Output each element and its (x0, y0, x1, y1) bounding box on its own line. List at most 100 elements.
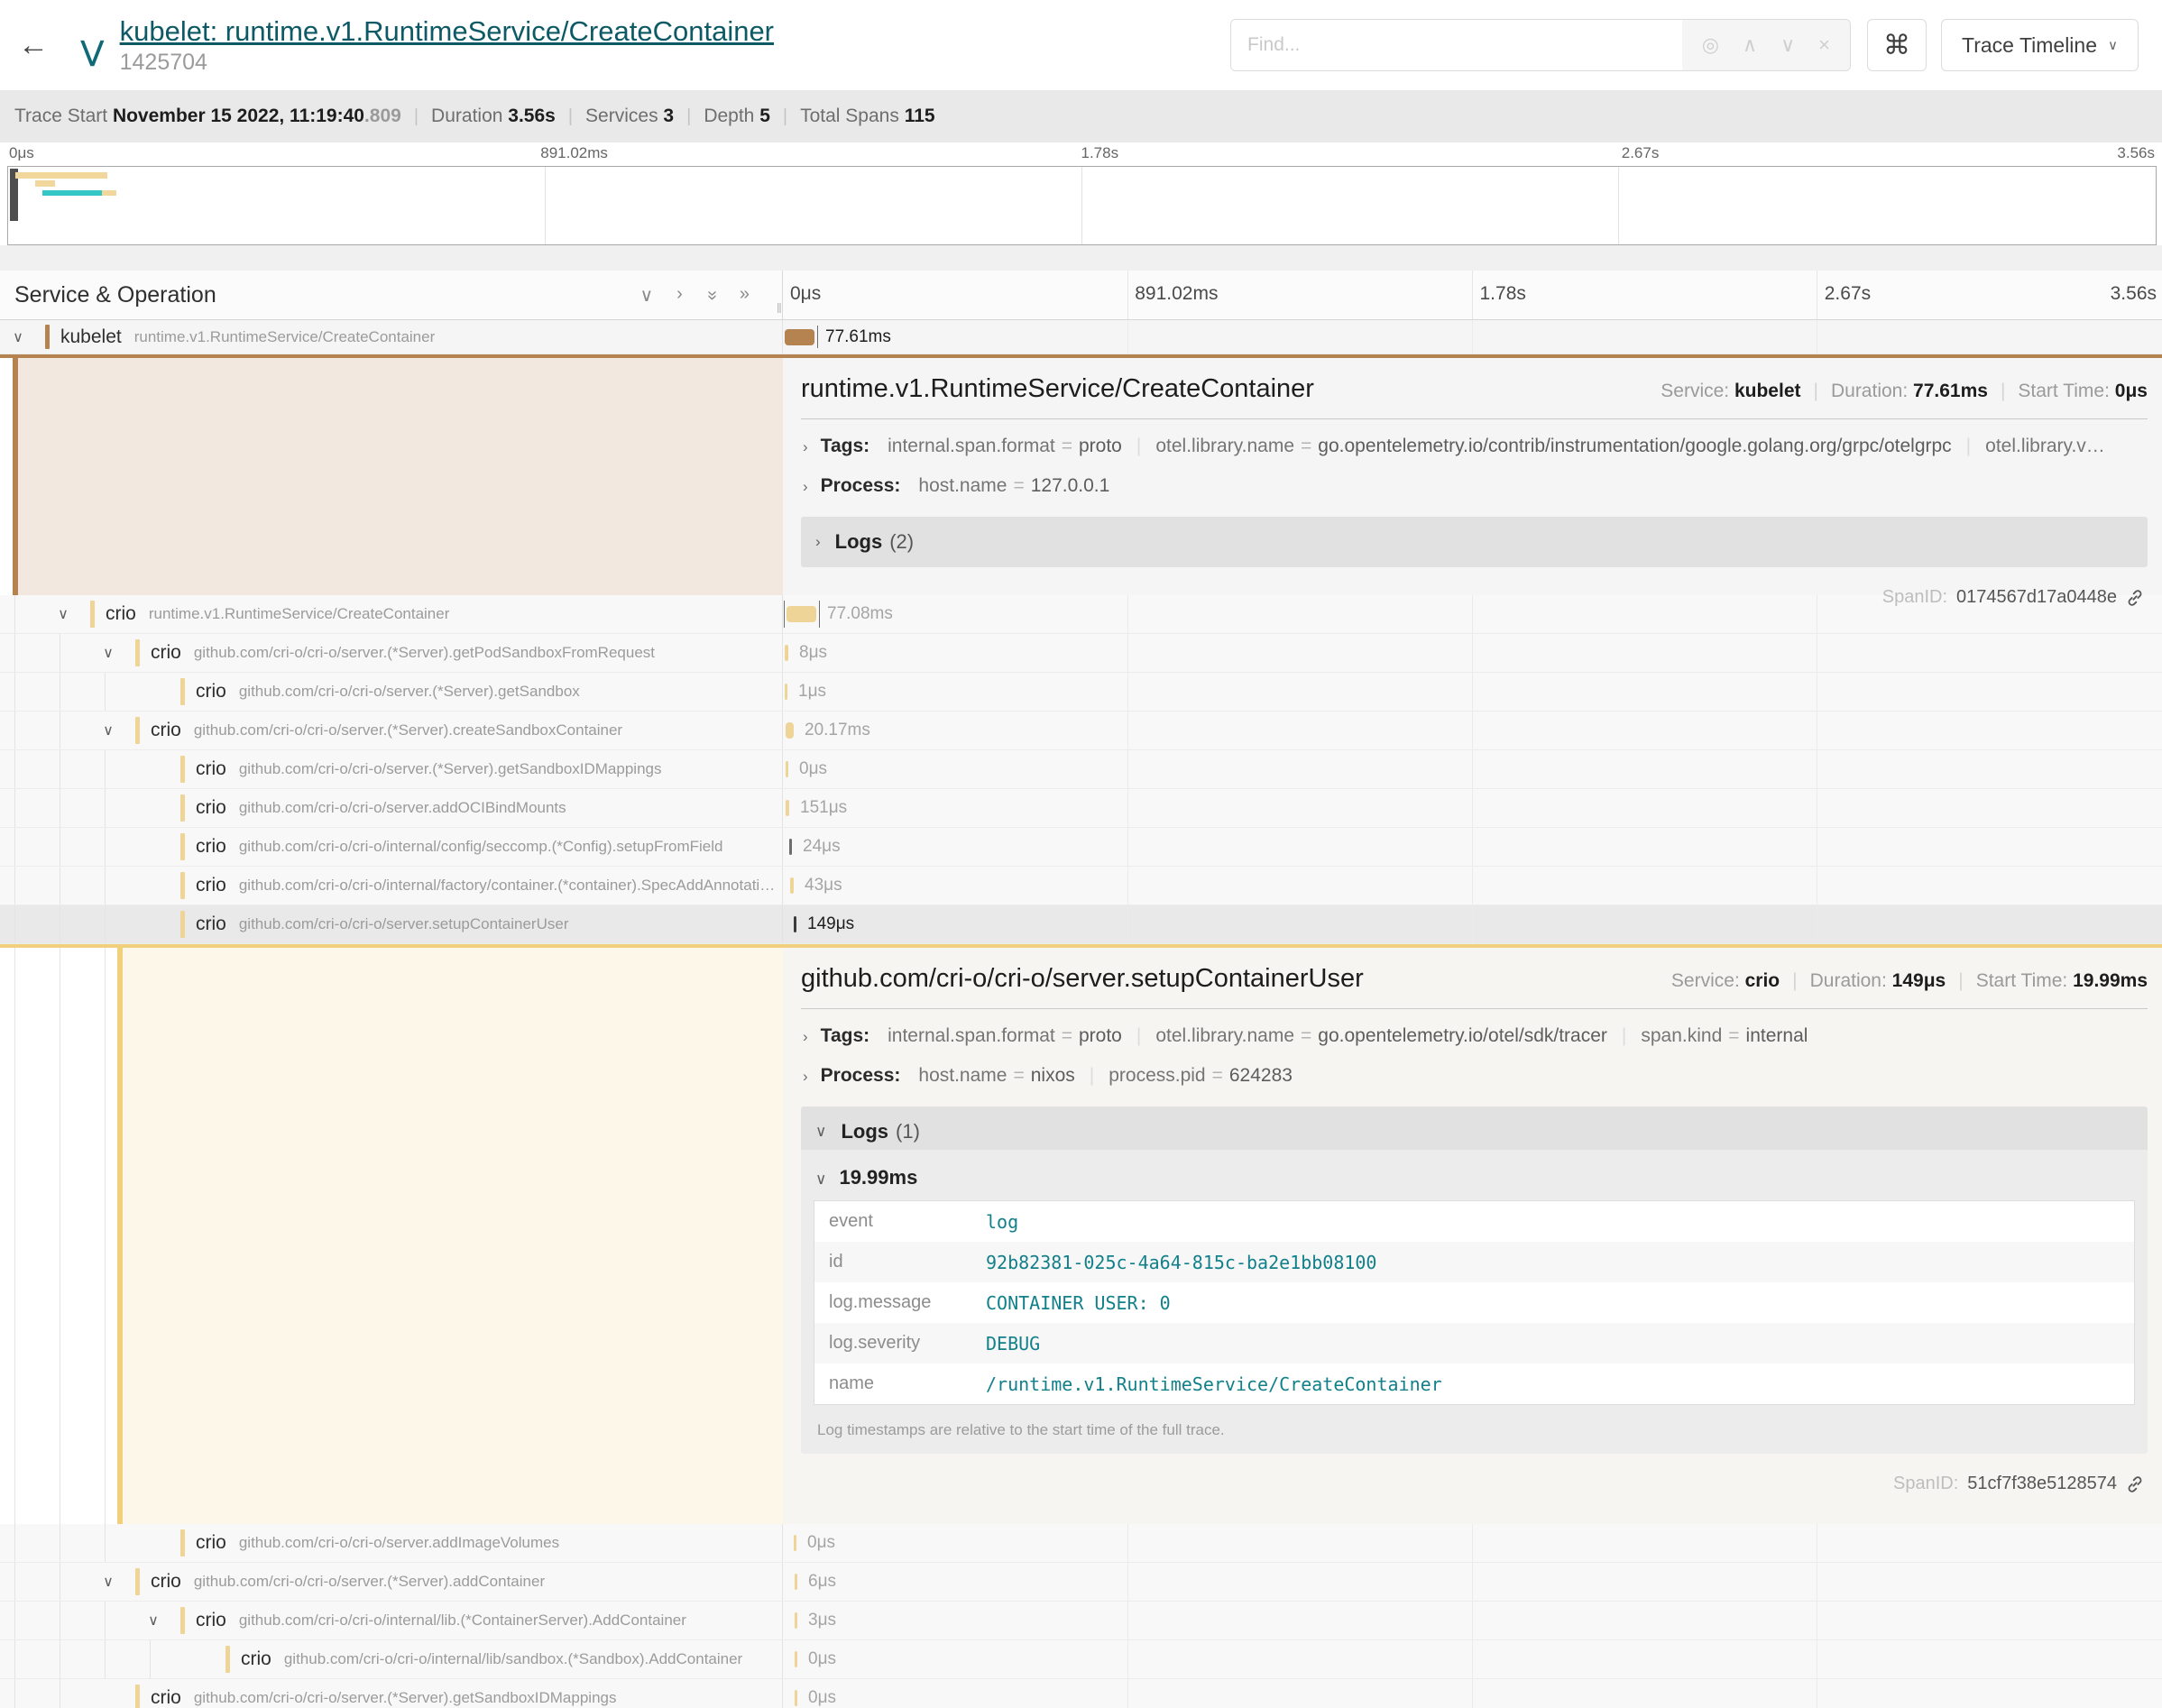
span-row-crio[interactable]: ∨criogithub.com/cri-o/cri-o/internal/fac… (0, 867, 2162, 905)
chevron-down-icon: ∨ (2108, 37, 2118, 53)
span-color-stripe (180, 678, 185, 705)
span-duration-bar[interactable] (786, 800, 789, 816)
find-group: ◎ ∧ ∨ × (1230, 19, 1851, 71)
span-duration-label: 3μs (808, 1611, 836, 1630)
collapse-one-icon[interactable]: ∨ (639, 284, 653, 307)
trace-view-selector[interactable]: Trace Timeline ∨ (1941, 19, 2139, 71)
log-field-key: id (814, 1252, 986, 1272)
trace-collapse-chevron-icon[interactable]: ⋁ (81, 36, 104, 68)
span-children-toggle-icon[interactable]: ∨ (97, 1573, 119, 1591)
process-accordion[interactable]: › Process: host.name=nixos|process.pid=6… (797, 1052, 2149, 1092)
span-children-toggle-icon[interactable]: ∨ (97, 644, 119, 662)
trace-title-link[interactable]: kubelet: runtime.v1.RuntimeService/Creat… (120, 15, 774, 48)
span-children-toggle-icon[interactable]: ∨ (7, 328, 29, 346)
span-duration-bar[interactable] (795, 1651, 797, 1667)
span-operation-name: github.com/cri-o/cri-o/server.(*Server).… (239, 683, 580, 701)
span-duration-bar[interactable] (795, 1690, 797, 1706)
span-duration-bar[interactable] (785, 684, 787, 700)
tags-accordion[interactable]: › Tags: internal.span.format=proto|otel.… (797, 423, 2149, 463)
span-duration-bar[interactable] (785, 645, 788, 661)
tag-key: otel.library.v… (1985, 436, 2105, 457)
tag-key: process.pid (1109, 1065, 1205, 1087)
span-row-crio[interactable]: ∨criogithub.com/cri-o/cri-o/server.addIm… (0, 1524, 2162, 1563)
logs-accordion[interactable]: › Logs (2) (801, 517, 2148, 567)
tag-value: go.opentelemetry.io/contrib/instrumentat… (1318, 436, 1951, 457)
span-row-crio[interactable]: ∨criogithub.com/cri-o/cri-o/server.addOC… (0, 789, 2162, 828)
span-duration-bar[interactable] (785, 329, 814, 345)
log-entry-toggle[interactable]: ∨19.99ms (814, 1155, 2135, 1200)
span-duration-bar[interactable] (786, 761, 788, 777)
minimap-span-bar (102, 190, 116, 196)
span-row-crio[interactable]: ∨criogithub.com/cri-o/cri-o/server.(*Ser… (0, 712, 2162, 750)
span-row-crio[interactable]: ∨ crio github.com/cri-o/cri-o/server.(*Ser… (0, 1563, 2162, 1602)
span-duration-bar[interactable] (795, 1574, 797, 1590)
tags-accordion[interactable]: › Tags: internal.span.format=proto|otel.… (797, 1013, 2149, 1052)
collapse-all-icon[interactable]: » (700, 289, 722, 299)
span-children-toggle-icon[interactable]: ∨ (97, 721, 119, 739)
span-service-name: crio (151, 1571, 181, 1593)
span-duration-label: 6μs (808, 1572, 836, 1592)
clear-find-icon[interactable]: × (1818, 33, 1830, 57)
minimap-span-bar (15, 172, 107, 179)
span-row-crio[interactable]: ∨criogithub.com/cri-o/cri-o/internal/lib… (0, 1602, 2162, 1640)
expand-one-icon[interactable]: › (676, 284, 683, 307)
chevron-right-icon: › (803, 438, 808, 456)
back-button[interactable]: ← (18, 28, 69, 63)
log-field-value: log (986, 1211, 1018, 1233)
spanid-value: 51cf7f38e5128574 (1967, 1474, 2117, 1494)
span-duration-bar[interactable] (795, 1612, 797, 1629)
prev-match-icon[interactable]: ∧ (1743, 33, 1757, 57)
span-duration-bar[interactable] (790, 877, 794, 894)
minimap-canvas[interactable] (7, 166, 2157, 245)
span-duration-bar[interactable] (794, 1535, 796, 1551)
detail-duration: Duration: 149μs (1810, 970, 1946, 992)
span-row-crio[interactable]: ∨criogithub.com/cri-o/cri-o/internal/con… (0, 828, 2162, 867)
span-duration-bar[interactable] (786, 722, 794, 739)
span-operation-name: github.com/cri-o/cri-o/internal/config/s… (239, 838, 723, 856)
span-color-stripe (135, 639, 140, 666)
locate-icon[interactable]: ◎ (1702, 33, 1719, 57)
span-row-crio[interactable]: ∨criogithub.com/cri-o/cri-o/server.(*Ser… (0, 1679, 2162, 1708)
span-duration-label: 0μs (808, 1688, 836, 1708)
span-row-crio[interactable]: ∨criogithub.com/cri-o/cri-o/server.setup… (0, 905, 2162, 944)
span-row-crio[interactable]: ∨criogithub.com/cri-o/cri-o/server.(*Ser… (0, 750, 2162, 789)
trace-summary-bar: Trace Start November 15 2022, 11:19:40.8… (0, 90, 2162, 142)
tag-key: span.kind (1641, 1025, 1722, 1047)
span-row-crio[interactable]: ∨criogithub.com/cri-o/cri-o/internal/lib… (0, 1640, 2162, 1679)
span-service-name: crio (151, 720, 181, 741)
detail-start-time: Start Time: 19.99ms (1976, 970, 2148, 992)
span-duration-label: 77.61ms (825, 327, 891, 347)
span-row-kubelet[interactable]: ∨kubeletruntime.v1.RuntimeService/Create… (0, 320, 2162, 354)
next-match-icon[interactable]: ∨ (1780, 33, 1795, 57)
span-children-toggle-icon[interactable]: ∨ (143, 1612, 164, 1630)
log-field-value: /runtime.v1.RuntimeService/CreateContain… (986, 1373, 1442, 1395)
span-duration-bar[interactable] (787, 606, 816, 622)
span-row-crio[interactable]: ∨criogithub.com/cri-o/cri-o/server.(*Ser… (0, 673, 2162, 712)
span-children-toggle-icon[interactable]: ∨ (52, 605, 74, 623)
span-operation-name: runtime.v1.RuntimeService/CreateContaine… (134, 328, 436, 346)
span-duration-bar[interactable] (789, 839, 792, 855)
expand-all-icon[interactable]: » (740, 284, 750, 307)
find-input[interactable] (1231, 20, 1682, 70)
span-color-stripe (135, 1685, 140, 1708)
timeline-header: Service & Operation ∨ › » » ‖ 0μs 891.02… (0, 271, 2162, 320)
keyboard-shortcuts-button[interactable]: ⌘ (1867, 19, 1927, 71)
span-operation-name: github.com/cri-o/cri-o/internal/lib/sand… (284, 1650, 742, 1668)
copy-link-icon[interactable] (2126, 1475, 2144, 1493)
span-operation-name: github.com/cri-o/cri-o/server.(*Server).… (194, 1573, 545, 1591)
span-duration-label: 43μs (805, 876, 842, 895)
span-duration-bar[interactable] (794, 916, 796, 932)
span-row-crio[interactable]: ∨criogithub.com/cri-o/cri-o/server.(*Ser… (0, 634, 2162, 673)
trace-view-selector-label: Trace Timeline (1962, 33, 2097, 58)
tag-value: go.opentelemetry.io/otel/sdk/tracer (1318, 1025, 1607, 1047)
span-color-stripe (180, 833, 185, 860)
trace-duration: Duration 3.56s (431, 106, 556, 127)
tag-value: internal (1746, 1025, 1808, 1047)
span-row-crio[interactable]: ∨crioruntime.v1.RuntimeService/CreateCon… (0, 595, 2162, 634)
minimap-span-bar (35, 180, 55, 187)
process-accordion[interactable]: › Process: host.name=127.0.0.1 (797, 463, 2149, 502)
tag-key: internal.span.format (888, 1025, 1055, 1047)
service-operation-header: Service & Operation (14, 282, 639, 308)
log-field-key: name (814, 1373, 986, 1394)
log-field-row: name/runtime.v1.RuntimeService/CreateCon… (814, 1364, 2134, 1404)
